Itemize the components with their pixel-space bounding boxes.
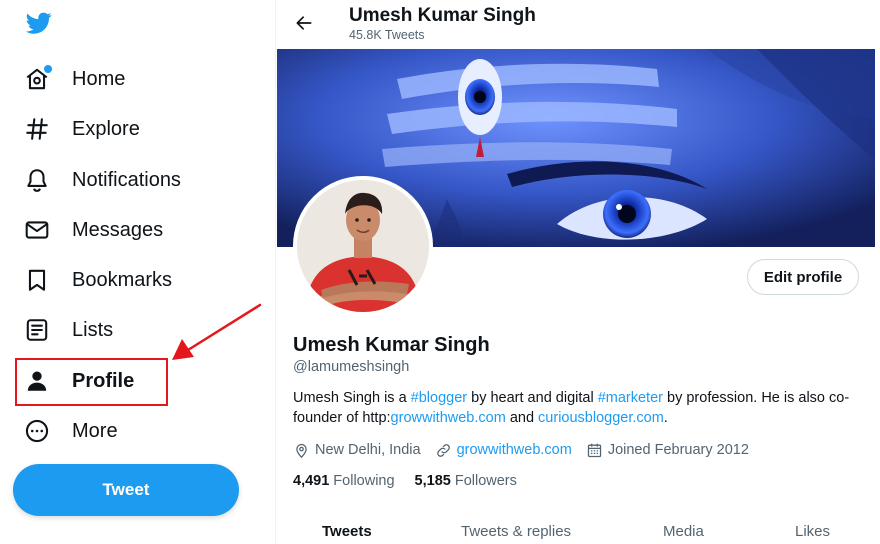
more-circle-icon [22, 416, 52, 446]
notification-dot [44, 65, 52, 73]
sidebar-item-notifications[interactable]: Notifications [22, 158, 181, 202]
bio-text: and [505, 410, 539, 426]
sidebar-item-label: Messages [72, 218, 164, 241]
profile-bio: Umesh Singh is a #blogger by heart and d… [293, 388, 868, 428]
joined-item: Joined February 2012 [586, 442, 749, 459]
envelope-icon [22, 215, 52, 245]
profile-main: Umesh Kumar Singh 45.8K Tweets Edit prof… [277, 0, 880, 544]
profile-highlight-box [15, 358, 168, 406]
bell-icon [22, 165, 52, 195]
sidebar-item-home[interactable]: Home [22, 57, 125, 101]
bio-link-growwithweb[interactable]: growwithweb.com [391, 410, 506, 426]
bio-text: by heart and digital [467, 390, 598, 406]
bio-text: . [663, 410, 668, 426]
edit-profile-button[interactable]: Edit profile [747, 259, 859, 295]
annotation-arrow-icon [172, 303, 262, 360]
back-arrow-icon[interactable] [291, 10, 317, 36]
sidebar-item-label: Lists [72, 318, 114, 341]
profile-avatar[interactable] [293, 176, 433, 316]
tab-likes[interactable]: Likes [795, 523, 830, 540]
tweet-button[interactable]: Tweet [13, 464, 239, 516]
profile-name: Umesh Kumar Singh [293, 334, 490, 356]
tab-tweets[interactable]: Tweets [322, 523, 372, 540]
sidebar-item-label: Notifications [72, 168, 181, 191]
profile-tabs: Tweets Tweets & replies Media Likes [277, 515, 880, 544]
sidebar-item-bookmarks[interactable]: Bookmarks [22, 258, 172, 302]
sidebar-item-label: Explore [72, 117, 140, 140]
sidebar-item-lists[interactable]: Lists [22, 308, 113, 352]
bio-text: Umesh Singh is a [293, 390, 411, 406]
sidebar-item-more[interactable]: More [22, 409, 118, 453]
website-link[interactable]: growwithweb.com [457, 442, 572, 458]
followers-count: 5,185 [414, 473, 451, 489]
location-item: New Delhi, India [293, 442, 421, 459]
hashtag-link-blogger[interactable]: #blogger [411, 390, 467, 406]
sidebar-item-label: Bookmarks [72, 268, 173, 291]
following-label: Following [333, 473, 395, 489]
sidebar-item-label: More [72, 419, 118, 442]
sidebar-item-explore[interactable]: Explore [22, 107, 140, 151]
follow-stats: 4,491 Following 5,185 Followers [293, 471, 537, 491]
following-count: 4,491 [293, 473, 330, 489]
profile-header-bar: Umesh Kumar Singh 45.8K Tweets [277, 0, 880, 48]
header-profile-name: Umesh Kumar Singh [349, 5, 536, 26]
location-pin-icon [296, 443, 307, 458]
joined-text: Joined February 2012 [607, 442, 749, 458]
location-text: New Delhi, India [315, 442, 421, 458]
header-tweet-count: 45.8K Tweets [349, 28, 425, 42]
bookmark-icon [22, 265, 52, 295]
list-icon [22, 315, 52, 345]
sidebar: Home Explore Notifications Messages Book… [0, 0, 276, 544]
calendar-icon [587, 443, 601, 457]
link-icon [436, 443, 450, 457]
followers-label: Followers [454, 473, 517, 489]
sidebar-item-label: Home [72, 67, 126, 90]
hashtag-icon [22, 114, 52, 144]
profile-handle: @lamumeshsingh [293, 359, 410, 375]
twitter-logo-icon[interactable] [24, 10, 54, 36]
tab-tweets-replies[interactable]: Tweets & replies [461, 523, 571, 540]
home-icon [22, 64, 52, 94]
tab-media[interactable]: Media [663, 523, 704, 540]
following-link[interactable]: 4,491 Following [293, 473, 395, 489]
website-item[interactable]: growwithweb.com [435, 442, 572, 459]
bio-link-curiousblogger[interactable]: curiousblogger.com [538, 410, 664, 426]
hashtag-link-marketer[interactable]: #marketer [598, 390, 663, 406]
sidebar-item-messages[interactable]: Messages [22, 208, 163, 252]
profile-meta: New Delhi, India growwithweb.com Joined … [293, 440, 763, 460]
followers-link[interactable]: 5,185 Followers [415, 473, 517, 489]
